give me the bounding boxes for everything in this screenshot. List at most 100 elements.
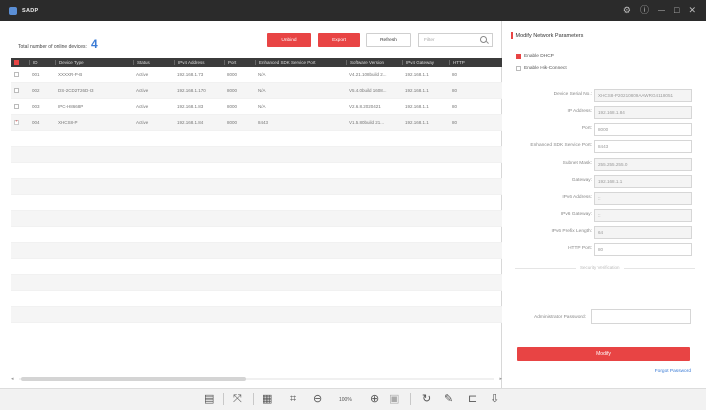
- table-row[interactable]: 001 XXXXR-P-B Active 192.168.1.73 8000 N…: [11, 67, 502, 83]
- zoom-in-icon[interactable]: ⊕: [370, 391, 379, 407]
- cell-software-version: V1.5.80build 21...: [349, 120, 385, 125]
- subnet-mask-field[interactable]: 255.255.255.0: [594, 158, 692, 171]
- ipv6-gateway-field[interactable]: ::: [594, 209, 692, 222]
- header-id[interactable]: ID: [29, 60, 55, 65]
- row-checkbox[interactable]: [11, 72, 29, 77]
- admin-password-label: Administrator Password:: [534, 315, 586, 320]
- cell-sdk-port: 8443: [258, 120, 269, 125]
- ipv6-prefix-label: IPv6 Prefix Length:: [551, 229, 592, 234]
- cell-device-type: XXXXR-P-B: [58, 72, 83, 77]
- serial-label: Device Serial No.:: [553, 92, 592, 97]
- scroll-left-icon[interactable]: ◂: [11, 376, 14, 382]
- scroll-right-icon[interactable]: ▸: [499, 376, 502, 382]
- cell-software-version: V4.21.108build 2...: [349, 72, 387, 77]
- horizontal-scrollbar[interactable]: ◂ ▸: [11, 376, 502, 382]
- close-icon[interactable]: ✕: [688, 0, 696, 21]
- enable-hik-connect-checkbox[interactable]: Enable Hik-Connect: [516, 66, 567, 71]
- window-controls: ⚙ ⓘ — □ ✕: [623, 0, 696, 21]
- ipv6-address-label: IPv6 Address:: [562, 195, 592, 200]
- info-icon[interactable]: ⓘ: [640, 0, 649, 21]
- export-button[interactable]: Export: [318, 33, 360, 47]
- row-checkbox[interactable]: [11, 104, 29, 109]
- header-device-type[interactable]: Device Type: [55, 60, 133, 65]
- header-http[interactable]: HTTP: [449, 60, 502, 65]
- row-checkbox[interactable]: [11, 88, 29, 93]
- panel-title: Modify Network Parameters: [511, 32, 583, 39]
- app-title: SADP: [22, 7, 39, 14]
- filter-input[interactable]: Filter: [418, 33, 493, 47]
- cell-status: Active: [136, 72, 149, 77]
- cell-device-type: XHCS8-P: [58, 120, 78, 125]
- image-icon[interactable]: ▦: [262, 391, 272, 407]
- empty-rows: [11, 131, 502, 323]
- security-verification-label: Security Verification: [576, 265, 624, 270]
- cell-sdk-port: N/A: [258, 88, 266, 93]
- filter-placeholder: Filter: [424, 37, 435, 43]
- device-table: ID Device Type Status IPv4 Address Port …: [11, 58, 502, 323]
- header-ipv4-address[interactable]: IPv4 Address: [174, 60, 224, 65]
- cell-id: 001: [32, 72, 40, 77]
- ipv6-gateway-label: IPv6 Gateway:: [560, 212, 592, 217]
- select-all-checkbox[interactable]: [11, 60, 29, 65]
- table-row-selected[interactable]: 004 XHCS8-P Active 192.168.1.84 8000 844…: [11, 115, 502, 131]
- gateway-field[interactable]: 192.168.1.1: [594, 175, 692, 188]
- forgot-password-link[interactable]: Forgot Password: [655, 369, 691, 374]
- table-row[interactable]: 003 IPC-H8668P Active 192.168.1.83 8000 …: [11, 99, 502, 115]
- app-logo-icon: [9, 6, 17, 15]
- modify-button[interactable]: Modify: [517, 347, 690, 361]
- title-bar: SADP ⚙ ⓘ — □ ✕: [0, 0, 706, 21]
- share-icon[interactable]: ⇩: [490, 391, 499, 407]
- header-status[interactable]: Status: [133, 60, 174, 65]
- cell-gateway: 192.168.1.1: [405, 72, 429, 77]
- table-header: ID Device Type Status IPv4 Address Port …: [11, 58, 502, 67]
- cell-sdk-port: N/A: [258, 72, 266, 77]
- cell-status: Active: [136, 88, 149, 93]
- settings-icon[interactable]: ⚙: [623, 0, 631, 21]
- table-row[interactable]: 002 DS-2CD2T26D-I3 Active 192.168.1.170 …: [11, 83, 502, 99]
- cell-sdk-port: N/A: [258, 104, 266, 109]
- admin-password-field[interactable]: [591, 309, 691, 324]
- crop-icon[interactable]: ⌗: [290, 391, 296, 407]
- cell-software-version: V5.4.0build 1608...: [349, 88, 387, 93]
- minimize-icon[interactable]: —: [658, 0, 665, 21]
- rotate-icon[interactable]: ↻: [422, 391, 431, 407]
- zoom-out-icon[interactable]: ⊖: [313, 391, 322, 407]
- port-field[interactable]: 8000: [594, 123, 692, 136]
- header-ipv4-gateway[interactable]: IPv4 Gateway: [402, 60, 449, 65]
- cell-port: 8000: [227, 104, 238, 109]
- cell-http: 80: [452, 104, 458, 109]
- http-port-field[interactable]: 80: [594, 243, 692, 256]
- cell-device-type: DS-2CD2T26D-I3: [58, 88, 94, 93]
- page-icon[interactable]: ▣: [389, 391, 399, 407]
- scrollbar-thumb[interactable]: [21, 377, 246, 381]
- subnet-mask-label: Subnet Mask:: [562, 161, 592, 166]
- edit-icon[interactable]: ✎: [444, 391, 453, 407]
- online-devices-label: Total number of online devices:: [18, 44, 87, 50]
- refresh-button[interactable]: Refresh: [366, 33, 411, 47]
- enable-dhcp-checkbox[interactable]: Enable DHCP: [516, 54, 554, 59]
- cell-id: 002: [32, 88, 40, 93]
- header-software-version[interactable]: Software Version: [346, 60, 402, 65]
- cell-http: 80: [452, 88, 458, 93]
- ipv6-address-field[interactable]: ::: [594, 192, 692, 205]
- device-list-panel: Total number of online devices: 4 Unbind…: [0, 21, 502, 388]
- restore-icon[interactable]: □: [674, 0, 679, 21]
- fit-icon[interactable]: ⤧: [233, 391, 242, 407]
- header-enhanced-sdk-port[interactable]: Enhanced SDK Service Port: [255, 60, 346, 65]
- header-port[interactable]: Port: [224, 60, 255, 65]
- online-devices-count: 4: [90, 37, 98, 51]
- gateway-label: Gateway:: [571, 178, 592, 183]
- row-checkbox-checked[interactable]: [11, 120, 29, 125]
- crop-tool-icon[interactable]: ⊏: [468, 391, 477, 407]
- sdk-port-label: Enhanced SDK Service Port:: [530, 143, 592, 148]
- sdk-port-field[interactable]: 8443: [594, 140, 692, 153]
- search-icon[interactable]: [480, 36, 487, 43]
- layout-icon[interactable]: ▤: [204, 391, 214, 407]
- cell-ipv4: 192.168.1.84: [177, 120, 204, 125]
- ip-address-field[interactable]: 192.168.1.84: [594, 106, 692, 119]
- unbind-button[interactable]: Unbind: [267, 33, 311, 47]
- ipv6-prefix-field[interactable]: 64: [594, 226, 692, 239]
- cell-ipv4: 192.168.1.73: [177, 72, 204, 77]
- zoom-level: 100%: [339, 397, 352, 403]
- cell-http: 80: [452, 72, 458, 77]
